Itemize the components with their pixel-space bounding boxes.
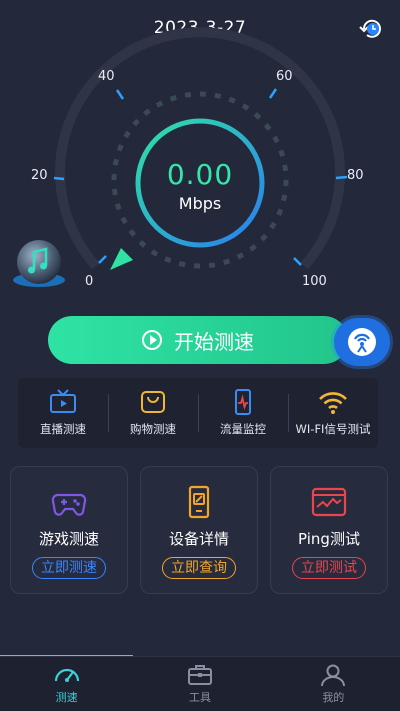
start-test-label: 开始测速 bbox=[174, 329, 254, 354]
speed-value: 0.00 bbox=[166, 158, 234, 191]
music-note-icon bbox=[13, 240, 65, 287]
start-test-button[interactable]: 开始测速 bbox=[48, 316, 348, 364]
card-ping-test[interactable]: Ping测试 立即测试 bbox=[270, 466, 388, 594]
tick-label-40: 40 bbox=[98, 69, 115, 84]
tick-label-20: 20 bbox=[31, 168, 48, 183]
quick-actions-bar: 直播测速 购物测速 流量监控 WI-FI信号测试 bbox=[18, 378, 378, 448]
quick-item-label: 流量监控 bbox=[220, 422, 266, 436]
card-action-button[interactable]: 立即测速 bbox=[32, 557, 106, 579]
card-action-button[interactable]: 立即测试 bbox=[292, 557, 366, 579]
tab-label: 测速 bbox=[55, 691, 78, 704]
tick-label-100: 100 bbox=[302, 274, 327, 289]
quick-item-live[interactable]: 直播测速 bbox=[18, 378, 108, 448]
signal-button[interactable] bbox=[334, 318, 390, 366]
bottom-tab-bar: 测速 工具 我的 bbox=[0, 656, 400, 711]
tab-speed-test[interactable]: 测速 bbox=[0, 657, 133, 711]
music-button[interactable] bbox=[8, 238, 70, 290]
quick-item-label: WI-FI信号测试 bbox=[295, 422, 371, 436]
tab-label: 我的 bbox=[322, 691, 345, 704]
quick-item-wifi[interactable]: WI-FI信号测试 bbox=[288, 378, 378, 448]
quick-item-shopping[interactable]: 购物测速 bbox=[108, 378, 198, 448]
speedometer-icon bbox=[54, 668, 79, 682]
tab-label: 工具 bbox=[188, 691, 211, 704]
quick-item-label: 直播测速 bbox=[40, 422, 86, 436]
tv-icon bbox=[50, 389, 76, 413]
chart-window-icon bbox=[311, 487, 347, 517]
tick-label-0: 0 bbox=[85, 274, 94, 289]
play-icon bbox=[142, 330, 162, 350]
shopping-bag-icon bbox=[141, 391, 165, 413]
card-title: Ping测试 bbox=[298, 530, 360, 548]
card-title: 设备详情 bbox=[168, 530, 229, 548]
wifi-icon bbox=[319, 392, 347, 414]
wifi-signal-icon bbox=[348, 328, 376, 356]
toolbox-icon bbox=[187, 665, 212, 685]
device-icon bbox=[188, 485, 210, 519]
card-game-test[interactable]: 游戏测速 立即测速 bbox=[10, 466, 128, 594]
tick-label-80: 80 bbox=[347, 168, 364, 183]
card-action-button[interactable]: 立即查询 bbox=[162, 557, 236, 579]
feature-cards: 游戏测速 立即测速 设备详情 立即查询 Ping测试 立即测试 bbox=[10, 466, 388, 594]
tab-profile[interactable]: 我的 bbox=[267, 657, 400, 711]
card-device-info[interactable]: 设备详情 立即查询 bbox=[140, 466, 258, 594]
phone-monitor-icon bbox=[235, 389, 251, 415]
quick-item-label: 购物测速 bbox=[130, 422, 176, 436]
tab-tools[interactable]: 工具 bbox=[133, 657, 266, 711]
gauge-needle bbox=[110, 248, 133, 270]
card-title: 游戏测速 bbox=[38, 530, 99, 548]
quick-item-traffic[interactable]: 流量监控 bbox=[198, 378, 288, 448]
tick-label-60: 60 bbox=[276, 69, 293, 84]
speed-unit: Mbps bbox=[178, 194, 222, 213]
gamepad-icon bbox=[51, 493, 87, 516]
user-icon bbox=[321, 664, 346, 687]
